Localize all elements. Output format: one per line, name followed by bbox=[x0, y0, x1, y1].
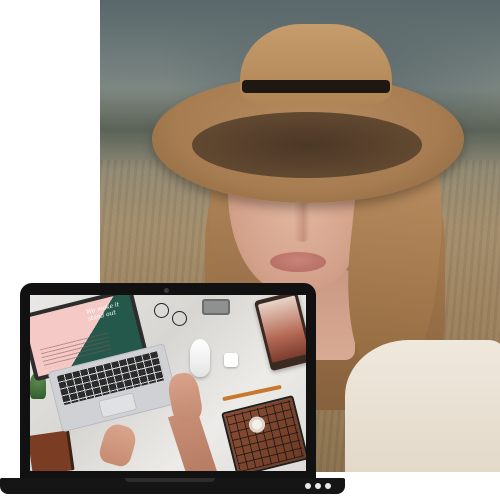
trackpad bbox=[98, 392, 138, 419]
indicator-dot bbox=[325, 483, 331, 489]
glasses-lens bbox=[172, 311, 187, 326]
indicator-dot bbox=[305, 483, 311, 489]
hat-underbrim bbox=[192, 112, 422, 178]
webcam-icon bbox=[164, 288, 169, 293]
indicator-lights bbox=[305, 483, 331, 489]
hat-band bbox=[242, 80, 390, 93]
indicator-dot bbox=[315, 483, 321, 489]
white-mouse bbox=[190, 339, 210, 377]
website-headline: We make it stand out bbox=[85, 301, 120, 323]
lips bbox=[270, 252, 326, 272]
cream-sweater bbox=[345, 340, 500, 472]
white-cube bbox=[224, 353, 238, 367]
camera-object bbox=[202, 299, 230, 315]
laptop-mockup: We make it stand out bbox=[0, 283, 345, 500]
laptop-screen: We make it stand out bbox=[30, 295, 306, 471]
lid-opening-notch bbox=[125, 478, 215, 482]
laptop-lid: We make it stand out bbox=[20, 283, 316, 478]
laptop-base bbox=[0, 478, 345, 494]
wire-grid bbox=[225, 399, 305, 471]
